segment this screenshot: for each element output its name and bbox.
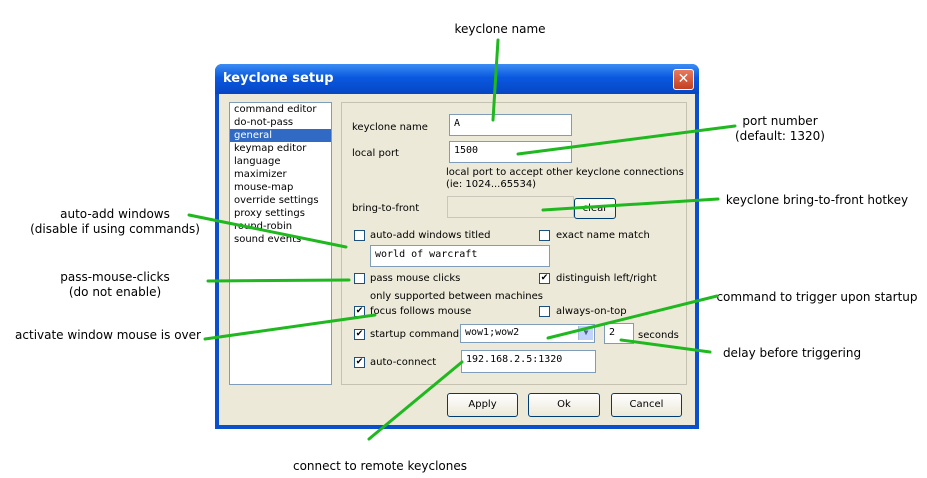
line-delay	[619, 338, 712, 354]
line-pass-clicks	[206, 278, 351, 283]
line-bring-to-front	[541, 197, 720, 212]
line-activate-window	[203, 313, 377, 341]
line-auto-add	[187, 213, 348, 249]
line-startup-command	[546, 294, 719, 340]
line-port-number	[516, 124, 737, 156]
callout-lines	[187, 38, 737, 441]
line-keyclone-name	[491, 38, 500, 122]
line-connect	[367, 360, 464, 441]
